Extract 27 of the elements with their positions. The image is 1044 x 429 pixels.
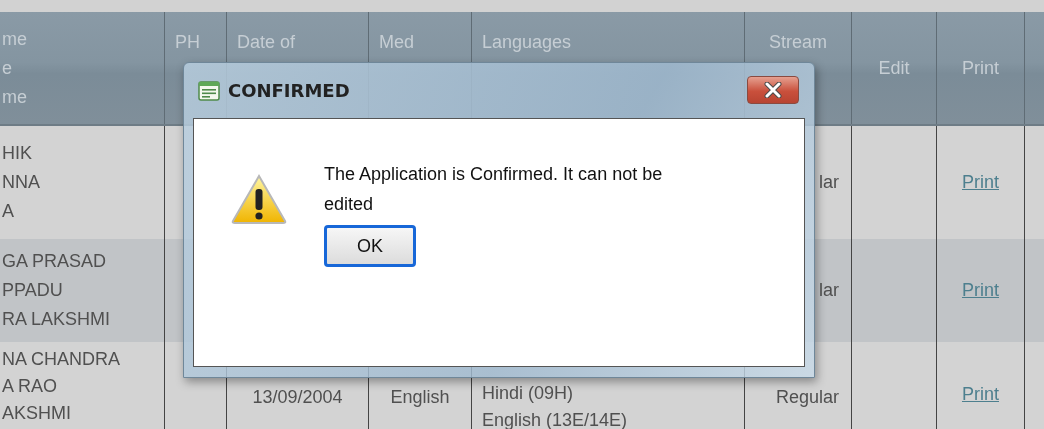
table-cell-text: 13/09/2004	[252, 386, 343, 409]
column-header: Date of	[237, 31, 296, 54]
ok-button[interactable]: OK	[324, 225, 416, 267]
close-button[interactable]	[747, 76, 799, 104]
table-cell-text: lar	[819, 279, 839, 302]
table-cell-text: GA PRASAD PPADU RA LAKSHMI	[2, 250, 111, 331]
dialog-message: The Application is Confirmed. It can not be edited	[324, 163, 664, 216]
column-header: Print	[962, 56, 999, 80]
window-icon	[198, 80, 220, 101]
table-cell-text: English	[390, 386, 450, 409]
print-link[interactable]: Print	[962, 384, 999, 405]
column-header: Edit	[878, 56, 910, 80]
print-link[interactable]: Print	[962, 280, 999, 301]
warning-icon	[230, 173, 288, 225]
column-header: Stream	[769, 31, 827, 54]
column-header: PH	[175, 31, 200, 54]
column-header: Languages	[482, 31, 572, 54]
column-header: Med	[379, 31, 414, 54]
table-cell-text: lar	[819, 171, 839, 194]
dialog-title: CONFIRMED	[228, 80, 350, 101]
column-header: me e me	[2, 27, 27, 109]
table-cell-text: HIK NNA A	[2, 142, 40, 223]
table-cell-text: NA CHANDRA A RAO AKSHMI	[2, 348, 121, 425]
table-cell-text: Hindi (09H) English (13E/14E)	[482, 382, 628, 429]
close-icon	[762, 82, 784, 98]
table-cell-text: Regular	[775, 386, 839, 409]
print-link[interactable]: Print	[962, 172, 999, 193]
